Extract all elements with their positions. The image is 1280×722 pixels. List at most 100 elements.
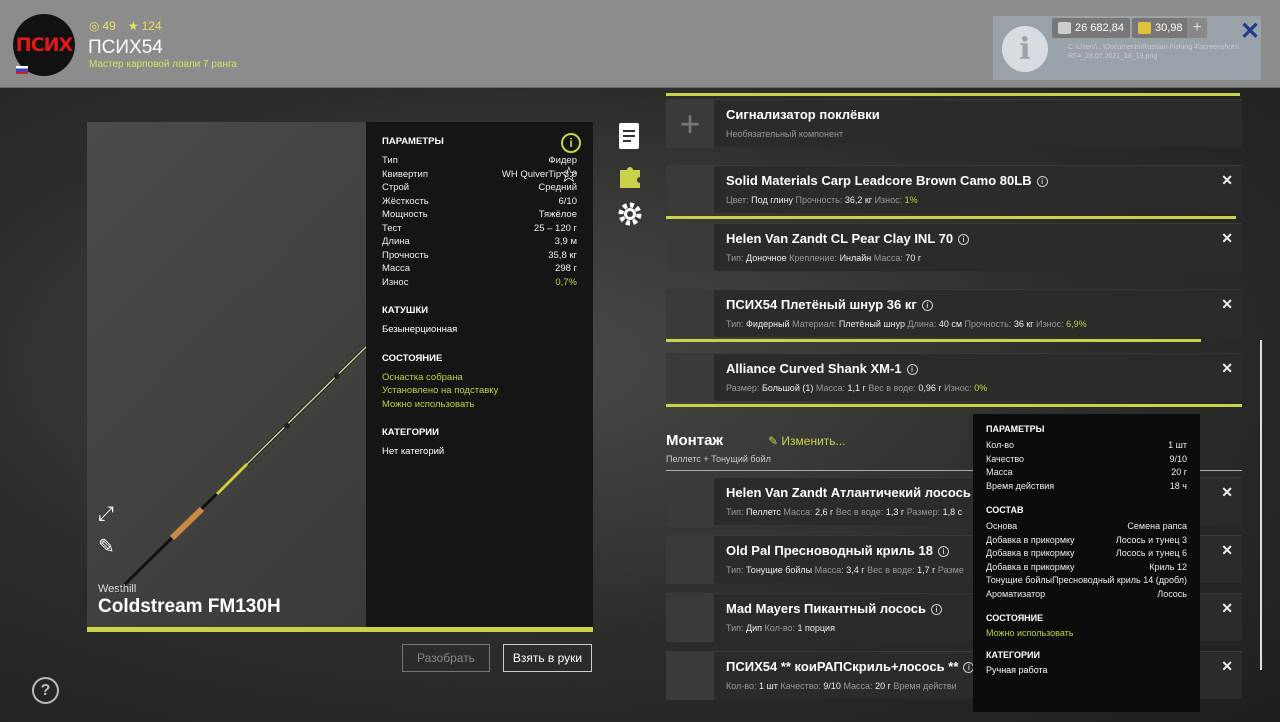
detail-text: Необязательный компонент bbox=[726, 129, 844, 139]
tooltip-categories-value: Ручная работа bbox=[986, 665, 1048, 675]
document-icon[interactable] bbox=[617, 122, 641, 149]
player-stats: ◎ 49 ★ 124 bbox=[89, 19, 162, 33]
component-name: Solid Materials Carp Leadcore Brown Camo… bbox=[726, 173, 1048, 188]
param-key: Износ bbox=[382, 276, 409, 288]
repair-icon[interactable]: ✎ bbox=[98, 534, 115, 559]
info-icon[interactable]: i bbox=[937, 546, 949, 557]
param-value: 298 г bbox=[555, 263, 577, 274]
param-key: Добавка в прикормку bbox=[986, 548, 1075, 558]
info-icon[interactable]: i bbox=[921, 300, 933, 311]
favorite-star-icon[interactable]: ☆ bbox=[559, 162, 579, 188]
detail-label: Износ: bbox=[941, 383, 975, 393]
component-name-text: Helen Van Zandt Атлантичекий лосось bbox=[726, 485, 971, 500]
component-row[interactable]: + Сигнализатор поклёвки Необязательный ком… bbox=[666, 99, 1242, 148]
detail-label: Тип: bbox=[726, 253, 747, 263]
categories-value: Нет категорий bbox=[382, 446, 445, 457]
component-details: Тип: Тонущие бойлы Масса: 3,4 г Вес в во… bbox=[726, 565, 964, 575]
remove-icon[interactable]: ✕ bbox=[1221, 360, 1233, 377]
stars-value: 124 bbox=[141, 19, 162, 33]
detail-value: Большой (1) bbox=[761, 383, 814, 393]
param-value: 0,7% bbox=[555, 276, 577, 288]
detail-value: 36,2 кг bbox=[844, 195, 873, 205]
detail-wear: 0% bbox=[974, 383, 988, 393]
gear-icon[interactable] bbox=[617, 200, 642, 226]
help-icon[interactable]: ? bbox=[32, 677, 59, 704]
rod-preview[interactable] bbox=[87, 122, 368, 630]
puzzle-icon[interactable] bbox=[617, 162, 641, 188]
component-name: Helen Van Zandt Атлантичекий лососьi bbox=[726, 485, 987, 500]
param-row: Длина 3,9 м bbox=[382, 235, 577, 249]
detail-label: Кол-во: bbox=[762, 623, 798, 633]
detail-value: 1,3 г bbox=[885, 507, 905, 517]
montage-subtitle: Пеллетс + Тонущий бойл bbox=[666, 454, 771, 464]
silver-value: 26 682,84 bbox=[1075, 22, 1124, 34]
param-row: Прочность 35,8 кг bbox=[382, 249, 577, 263]
scrollbar[interactable] bbox=[1260, 340, 1262, 670]
component-name-text: Mad Mayers Пикантный лосось bbox=[726, 601, 926, 616]
remove-icon[interactable]: ✕ bbox=[1221, 542, 1233, 559]
detail-value: 40 см bbox=[938, 319, 963, 329]
detail-label: Износ: bbox=[1033, 319, 1067, 329]
param-value: Лосось bbox=[1157, 588, 1187, 599]
detail-label: Время действи bbox=[890, 681, 957, 691]
info-icon[interactable]: i bbox=[958, 234, 970, 245]
detail-value: 1 порция bbox=[797, 623, 835, 633]
detail-label: Размер: bbox=[904, 507, 943, 517]
component-row[interactable]: Helen Van Zandt CL Pear Clay INL 70 i Тип:… bbox=[666, 223, 1242, 272]
param-key: Тест bbox=[382, 222, 402, 234]
param-key: Основа bbox=[986, 521, 1018, 531]
detail-value: Фидерный bbox=[746, 319, 790, 329]
close-icon[interactable]: ✕ bbox=[1240, 17, 1260, 46]
component-row[interactable]: Solid Materials Carp Leadcore Brown Camo… bbox=[666, 165, 1242, 214]
param-key: Квивертип bbox=[382, 168, 428, 180]
take-in-hands-button[interactable]: Взять в руки bbox=[503, 644, 592, 672]
rod-brand: Westhill bbox=[98, 583, 137, 595]
detail-label: Длина: bbox=[904, 319, 939, 329]
info-icon[interactable]: i bbox=[906, 364, 918, 375]
add-currency-button[interactable]: + bbox=[1187, 18, 1207, 38]
rod-info-icon[interactable]: i bbox=[561, 133, 581, 153]
param-key: Жёсткость bbox=[382, 195, 429, 207]
disassemble-button[interactable]: Разобрать bbox=[402, 644, 490, 672]
expand-icon[interactable]: ⤢ bbox=[98, 503, 114, 526]
edit-label: Изменить... bbox=[781, 434, 846, 448]
param-key: Время действия bbox=[986, 480, 1055, 491]
state-title: СОСТОЯНИЕ bbox=[382, 352, 443, 364]
component-row[interactable]: ПСИХ54 Плетёный шнур 36 кг i Тип: Фидерный… bbox=[666, 289, 1242, 338]
param-key: Тонущие бойлы bbox=[986, 575, 1053, 585]
param-row: Жёсткость 6/10 bbox=[382, 195, 577, 209]
remove-icon[interactable]: ✕ bbox=[1221, 600, 1233, 617]
detail-label: Вес в воде: bbox=[864, 565, 918, 575]
component-details: Кол-во: 1 шт Качество: 9/10 Масса: 20 г … bbox=[726, 681, 957, 691]
detail-value: 1,1 г bbox=[847, 383, 866, 393]
component-name-text: Helen Van Zandt CL Pear Clay INL 70 bbox=[726, 231, 954, 246]
info-icon[interactable]: i bbox=[1036, 176, 1048, 187]
param-row: Строй Средний bbox=[382, 181, 577, 195]
detail-value: 20 г bbox=[875, 681, 891, 691]
param-key: Тип bbox=[382, 155, 398, 166]
component-row[interactable]: Alliance Curved Shank XM-1 i Размер: Больш… bbox=[666, 353, 1242, 402]
item-tooltip: ПАРАМЕТРЫ Кол-во 1 шт Качество 9/10 Масса 20 … bbox=[973, 414, 1200, 712]
detail-label: Масса: bbox=[780, 507, 816, 517]
detail-wear: 1% bbox=[904, 195, 918, 205]
remove-icon[interactable]: ✕ bbox=[1221, 296, 1233, 313]
param-value: 1 шт bbox=[1168, 440, 1187, 450]
component-name-text: Old Pal Пресноводный криль 18 bbox=[726, 543, 933, 558]
component-details: Тип: Доночное Крепление: Инлайн Масса: 7… bbox=[726, 253, 921, 263]
remove-icon[interactable]: ✕ bbox=[1221, 172, 1233, 189]
param-row: Основа Семена рапса bbox=[986, 520, 1187, 534]
component-name: ПСИХ54 ** коиРАПСкриль+лосось ** i bbox=[726, 659, 975, 674]
detail-value: 70 г bbox=[905, 253, 922, 263]
param-value: Лосось и тунец 3 bbox=[1115, 534, 1187, 545]
remove-icon[interactable]: ✕ bbox=[1221, 658, 1233, 675]
detail-label: Цвет: bbox=[726, 195, 752, 205]
param-row: Добавка в прикормку Лосось и тунец 3 bbox=[986, 534, 1187, 548]
info-icon[interactable]: i bbox=[930, 604, 942, 615]
edit-montage-button[interactable]: ✎ Изменить... bbox=[768, 434, 846, 448]
component-details: Тип: Пеллетс Масса: 2,6 г Вес в воде: 1,… bbox=[726, 507, 962, 517]
param-row: Ароматизатор Лосось bbox=[986, 588, 1187, 602]
remove-icon[interactable]: ✕ bbox=[1221, 230, 1233, 247]
hook-icon bbox=[666, 354, 714, 402]
remove-icon[interactable]: ✕ bbox=[1221, 484, 1233, 501]
tooltip-state-value: Можно использовать bbox=[986, 628, 1074, 638]
